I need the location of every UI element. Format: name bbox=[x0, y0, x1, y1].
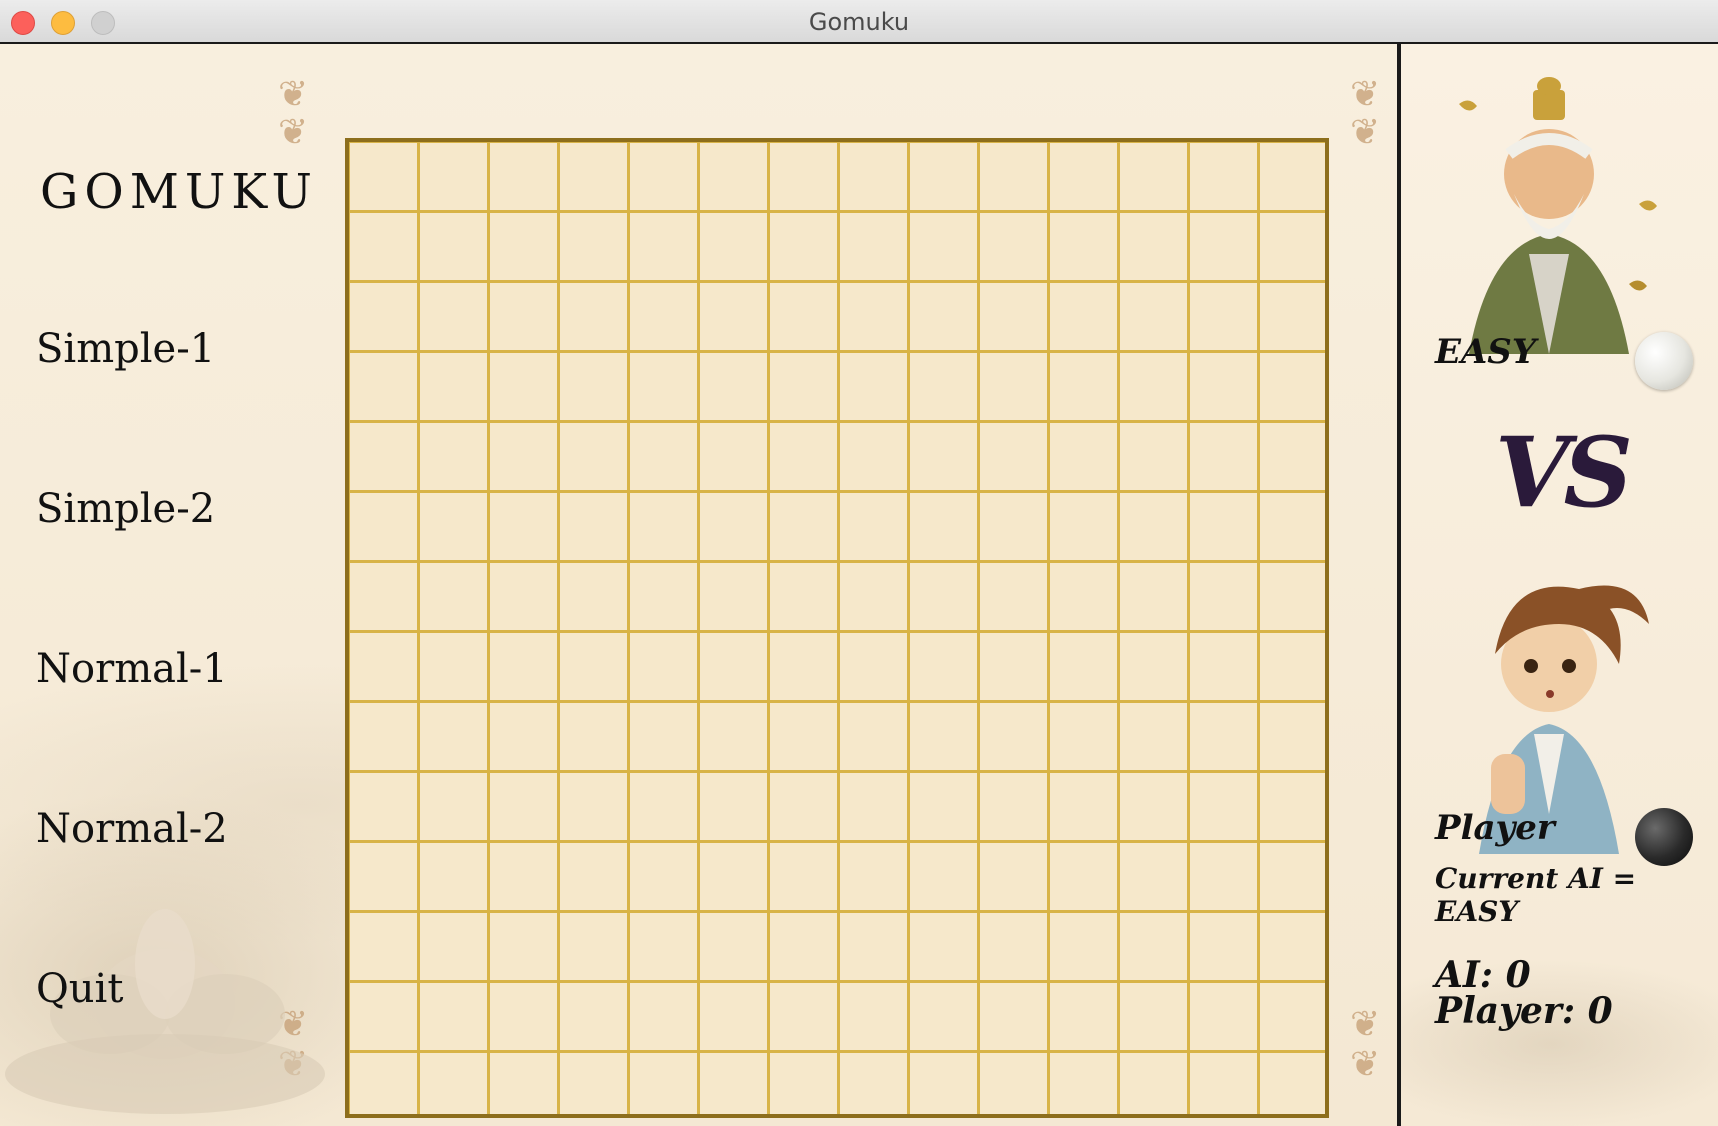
menu-normal-1[interactable]: Normal-1 bbox=[36, 646, 228, 692]
menu-normal-2[interactable]: Normal-2 bbox=[36, 806, 228, 852]
player-score: Player: 0 bbox=[1435, 990, 1613, 1032]
current-ai-label: Current AI = EASY bbox=[1435, 862, 1637, 928]
ai-portrait bbox=[1459, 77, 1657, 354]
ornament-icon: ❦ bbox=[1350, 74, 1381, 115]
white-stone-icon bbox=[1635, 332, 1693, 390]
player-name-label: Player bbox=[1435, 808, 1555, 848]
menu-simple-2[interactable]: Simple-2 bbox=[36, 486, 215, 532]
black-stone-icon bbox=[1635, 808, 1693, 866]
game-board[interactable] bbox=[345, 138, 1329, 1118]
window-title: Gomuku bbox=[808, 8, 910, 36]
ornament-icon: ❦ bbox=[1350, 112, 1381, 153]
ornament-icon: ❦ bbox=[1350, 1004, 1381, 1045]
info-panel: EASY VS Player Current AI = EASY AI: 0 P… bbox=[1401, 44, 1718, 1126]
app-window: Gomuku ❦ ❦ ❦ ❦ ❦ ❦ ❦ ❦ GOMUKU Simple-1 S… bbox=[0, 0, 1718, 1126]
ornament-icon: ❦ bbox=[278, 74, 309, 115]
vs-label: VS bbox=[1495, 416, 1633, 529]
ornament-icon: ❦ bbox=[1350, 1044, 1381, 1085]
ai-name-label: EASY bbox=[1435, 332, 1537, 372]
menu-quit[interactable]: Quit bbox=[36, 966, 123, 1012]
menu-simple-1[interactable]: Simple-1 bbox=[36, 326, 215, 372]
game-area: ❦ ❦ ❦ ❦ ❦ ❦ ❦ ❦ GOMUKU Simple-1 Simple-2… bbox=[0, 44, 1397, 1126]
ornament-icon: ❦ bbox=[278, 112, 309, 153]
title-bar: Gomuku bbox=[0, 0, 1718, 44]
game-logo: GOMUKU bbox=[40, 164, 318, 220]
